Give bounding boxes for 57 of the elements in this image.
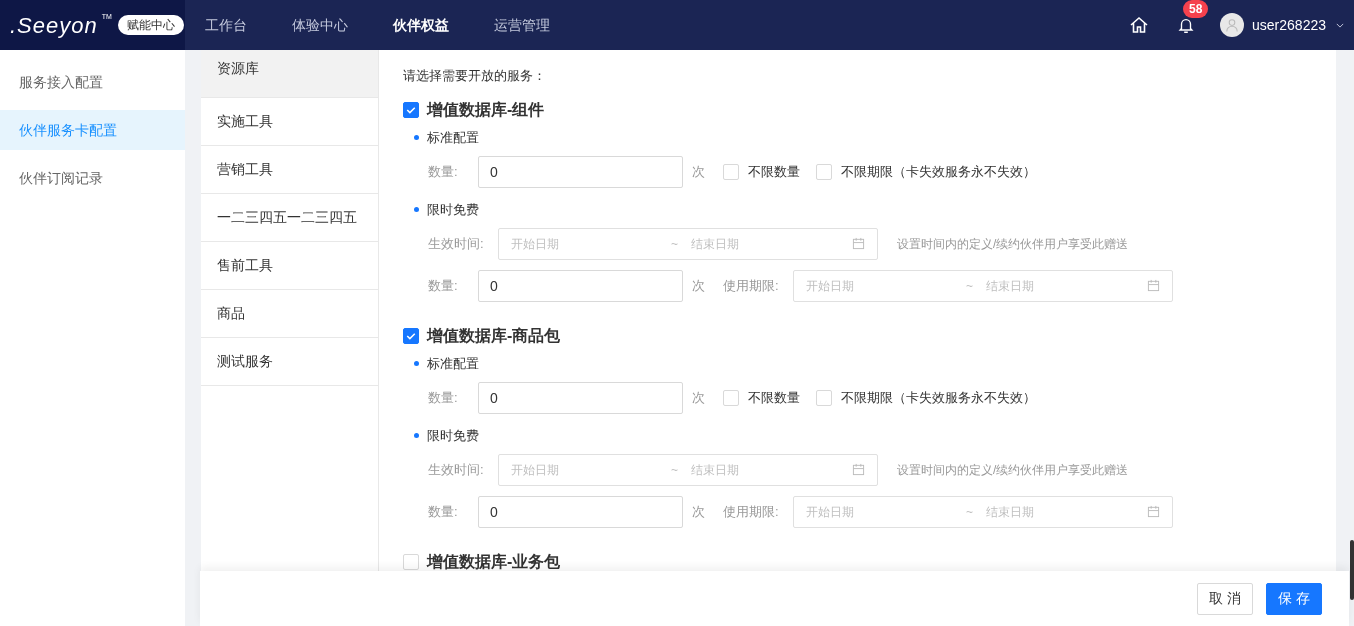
- home-icon[interactable]: [1129, 15, 1150, 35]
- bullet-icon: [414, 207, 419, 212]
- calendar-icon: [852, 463, 865, 476]
- field-label: 数量:: [428, 162, 459, 181]
- prompt-text: 请选择需要开放的服务：: [403, 67, 547, 85]
- checkbox-label: 不限数量: [748, 162, 800, 181]
- category-item[interactable]: 资源库: [201, 50, 378, 98]
- quantity-field[interactable]: 0: [478, 269, 683, 302]
- sidebar-item[interactable]: 服务接入配置: [0, 62, 185, 102]
- unit-label: 次: [692, 388, 705, 407]
- logo: .Seeyon: [10, 11, 98, 40]
- service-title: 增值数据库-业务包: [427, 551, 561, 572]
- bullet-icon: [414, 361, 419, 366]
- section-heading: 标准配置: [427, 128, 479, 147]
- unit-label: 次: [692, 502, 705, 521]
- section-heading: 限时免费: [427, 200, 479, 219]
- hint-text: 设置时间内的定义/续约伙伴用户享受此赠送: [897, 235, 1129, 253]
- bullet-icon: [414, 135, 419, 140]
- service-title: 增值数据库-组件: [427, 99, 545, 120]
- calendar-icon: [1147, 505, 1160, 518]
- checkbox-label: 不限期限（卡失效服务永不失效）: [841, 388, 1036, 407]
- unit-label: 次: [692, 276, 705, 295]
- hint-text: 设置时间内的定义/续约伙伴用户享受此赠送: [897, 461, 1129, 479]
- nav-tab[interactable]: 运营管理: [494, 14, 550, 36]
- field-label: 数量:: [428, 276, 459, 295]
- save-button[interactable]: 保 存: [1266, 582, 1322, 615]
- nav-tab[interactable]: 体验中心: [292, 14, 348, 36]
- username[interactable]: user268223: [1252, 14, 1326, 36]
- checkbox-label: 不限数量: [748, 388, 800, 407]
- service-title: 增值数据库-商品包: [427, 325, 561, 346]
- nav-tab[interactable]: 工作台: [205, 14, 247, 36]
- scrollbar-thumb[interactable]: [1350, 540, 1354, 600]
- section-heading: 限时免费: [427, 426, 479, 445]
- quantity-field[interactable]: 0: [478, 381, 683, 414]
- section-heading: 标准配置: [427, 354, 479, 373]
- badge: 赋能中心: [117, 15, 184, 35]
- field-label: 数量:: [428, 388, 459, 407]
- quantity-field[interactable]: 0: [478, 155, 683, 188]
- cancel-button[interactable]: 取 消: [1197, 582, 1254, 615]
- avatar[interactable]: [1220, 13, 1245, 37]
- unit-label: 次: [692, 162, 705, 181]
- checkbox-label: 不限期限（卡失效服务永不失效）: [841, 162, 1036, 181]
- field-label: 数量:: [428, 502, 459, 521]
- calendar-icon: [852, 237, 865, 250]
- field-label: 使用期限:: [723, 276, 780, 295]
- field-label: 生效时间:: [428, 234, 485, 253]
- calendar-icon: [1147, 279, 1160, 292]
- field-label: 使用期限:: [723, 502, 780, 521]
- nav-tab[interactable]: 伙伴权益: [393, 14, 449, 36]
- chevron-down-icon[interactable]: [1336, 22, 1344, 28]
- quantity-field[interactable]: 0: [478, 495, 683, 528]
- notification-count: 58: [1183, 0, 1209, 18]
- field-label: 生效时间:: [428, 460, 485, 479]
- bullet-icon: [414, 433, 419, 438]
- sidebar-item[interactable]: 伙伴订阅记录: [0, 158, 185, 198]
- checkbox[interactable]: [403, 101, 419, 118]
- checkbox[interactable]: [403, 327, 419, 344]
